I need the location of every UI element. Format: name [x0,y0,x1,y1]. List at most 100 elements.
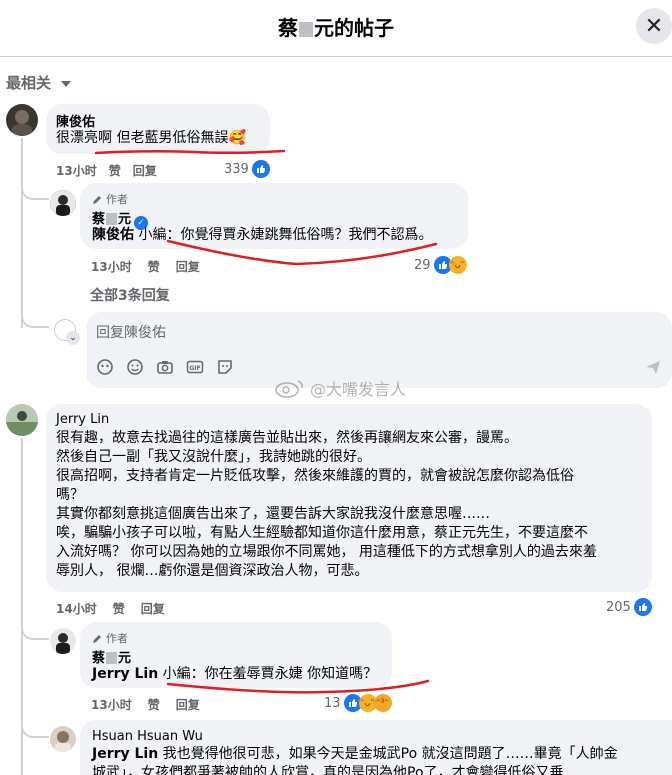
author-tag: 作者 [92,191,128,207]
pencil-icon [93,634,101,643]
commenter-name[interactable]: 陳俊佑 [56,111,95,130]
send-icon[interactable] [644,358,662,376]
comment-line: 然後自己一副「我又沒說什麼」，我詩她跳的很好。 [56,449,371,465]
title-suffix: 元的帖子 [314,16,394,40]
comment-meta: 13小时 赞 回复 [91,258,212,275]
comment-line: 入流好嗎？ 你可以因為她的立場跟你不同罵她， 用這種低下的方式想拿別人的過去來羞 [56,544,597,560]
pencil-icon [93,195,101,204]
mention-link[interactable]: Jerry Lin [92,746,158,762]
emoji-icon[interactable] [126,358,144,376]
title-prefix: 蔡 [278,16,298,40]
name-suffix: 元 [118,651,132,666]
like-button[interactable]: 赞 [148,258,160,275]
reaction-number: 339 [224,161,249,177]
like-button[interactable]: 赞 [113,600,125,617]
close-icon: ✕ [644,13,664,39]
reply-button[interactable]: 回复 [176,258,200,275]
view-all-replies[interactable]: 全部3条回复 [90,285,170,305]
reply-text-line: 城武」，女孩們都爭著被帥的人欣賞，真的是因為他Po了，才會變得低俗又垂 [92,765,564,775]
avatar-photo-icon [50,190,76,216]
thread-branch [21,618,49,640]
reaction-number: 13 [324,695,341,711]
author-tag: 作者 [92,630,128,646]
comment-meta: 13小时 赞 回复 [91,696,212,713]
weibo-logo-icon [275,380,303,398]
avatar-photo-icon [50,726,76,752]
comment-line: 辱別人， 很爛…虧你還是個資深政治人物，可悲。 [56,563,369,579]
comment-text: 很有趣，故意去找過往的這樣廣告並貼出來，然後再讓網友來公審，謾罵。 然後自己一副… [56,429,597,581]
watermark-text: @大嘴发言人 [310,380,407,399]
censored-char [106,213,118,225]
reply-input[interactable]: 回复陳俊佑 [96,322,166,342]
camera-icon[interactable] [156,358,174,376]
name-suffix: 元 [118,212,132,227]
avatar-photo-icon [12,110,32,136]
reply-text: Jerry Lin 我也覺得他很可悲，如果今天是金城武Po 就沒這問題了……畢竟… [92,745,618,764]
comment-line: 嗎？ [56,487,84,503]
avatar[interactable] [50,190,76,216]
like-button[interactable]: 赞 [109,162,121,179]
comment-line: 很高招啊，支持者肯定一片貶低攻擊，然後來維護的賈的，就會被說怎麼你認為低俗 [56,468,574,484]
close-button[interactable]: ✕ [636,8,672,44]
reply-bubble: Hsuan Hsuan Wu Jerry Lin 我也覺得他很可悲，如果今天是金… [80,720,672,775]
reply-button[interactable]: 回复 [133,162,157,179]
comment-line: 其實你都刻意挑這個廣告出來了，還要告訴大家說我沒什麼意思喔…… [56,506,490,522]
kiss-icon: ᵔ³ᵔ [373,694,392,712]
watermark: @大嘴发言人 [274,376,406,400]
svg-text:GIF: GIF [189,365,200,372]
like-button[interactable]: 赞 [148,696,160,713]
avatar[interactable] [50,726,76,752]
comment-line: 唉，騙騙小孩子可以啦，有點人生經驗都知道你這什麼用意，蔡正元先生，不要這麼不 [56,525,588,541]
page-title: 蔡元的帖子 [0,12,672,41]
mention-link[interactable]: 陳俊佑 [92,227,134,243]
comment-time: 14小时 [56,602,97,616]
commenter-name[interactable]: Hsuan Hsuan Wu [92,729,203,744]
thread-branch [21,178,49,200]
comment-meta: 14小时 赞 回复 [56,600,177,617]
reaction-count[interactable]: 339 [224,160,270,178]
like-icon [633,598,652,616]
commenter-name[interactable]: Jerry Lin [56,412,109,427]
censored-char [106,652,118,664]
header-divider [0,56,672,57]
avatar-photo-icon [50,628,76,654]
avatar[interactable] [50,628,76,654]
avatar-photo-icon [6,404,38,436]
comment-bubble: Jerry Lin 很有趣，故意去找過往的這樣廣告並貼出來，然後再讓網友來公審，… [46,404,652,592]
author-tag-label: 作者 [106,632,128,645]
avatar[interactable] [6,104,38,136]
thread-branch [21,716,49,738]
reply-button[interactable]: 回复 [141,600,165,617]
chevron-down-icon [61,80,72,87]
comment-line: 很有趣，故意去找過往的這樣廣告並貼出來，然後再讓網友來公審，謾罵。 [56,430,518,446]
gif-icon[interactable]: GIF [186,358,204,376]
avatar[interactable] [6,404,38,436]
reaction-count[interactable]: 13 ᵔᴗᵔ ᵔ³ᵔ [324,694,392,712]
author-tag-label: 作者 [106,193,128,206]
thread-branch [21,300,49,328]
reply-text-body: 我也覺得他很可悲，如果今天是金城武Po 就沒這問題了……畢竟「人帥金 [158,746,618,762]
commenter-name[interactable]: 蔡元 [92,647,131,666]
reaction-number: 205 [606,599,631,615]
comment-time: 13小时 [91,260,132,274]
reaction-number: 29 [414,257,431,273]
like-icon [251,160,270,178]
reaction-count[interactable]: 29 ᵔᴗᵔ [414,256,467,274]
sort-dropdown[interactable]: 最相关 [6,72,72,93]
comment-time: 13小时 [91,698,132,712]
censored-char [299,22,313,37]
avatar-sticker-icon[interactable] [96,358,114,376]
red-underline [94,149,286,155]
name-prefix: 蔡 [92,212,106,227]
reaction-count[interactable]: 205 [606,598,652,616]
comment-time: 13小时 [56,164,97,178]
sort-label: 最相关 [6,74,52,92]
name-prefix: 蔡 [92,651,106,666]
reply-toolbar: GIF [96,358,234,376]
mention-link[interactable]: Jerry Lin [92,666,158,682]
reply-button[interactable]: 回复 [176,696,200,713]
sticker-icon[interactable] [216,358,234,376]
haha-icon: ᵔᴗᵔ [448,256,467,274]
account-switch-icon[interactable]: ⌄ [66,331,80,345]
comment-meta: 13小时 赞 回复 [56,162,169,179]
